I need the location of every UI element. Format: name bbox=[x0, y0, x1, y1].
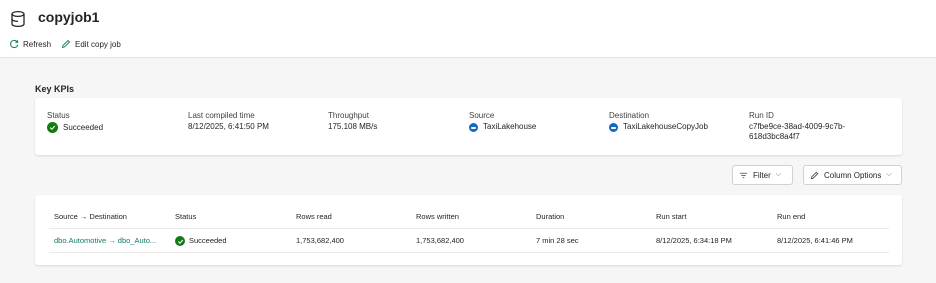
kpi-status: Status Succeeded bbox=[47, 111, 103, 133]
kpi-destination-label: Destination bbox=[609, 111, 650, 120]
row-divider bbox=[49, 252, 889, 253]
kpi-compiled-time-label: Last compiled time bbox=[188, 111, 255, 120]
page-title: copyjob1 bbox=[38, 9, 100, 25]
source-destination-link[interactable]: dbo.Automotive → dbo_Auto... bbox=[54, 236, 156, 246]
kpi-run-id-value: c7fbe9ce-38ad-4009-9c7b-618d3bc8a4f7 bbox=[749, 122, 846, 141]
kpi-compiled-time: Last compiled time 8/12/2025, 6:41:50 PM bbox=[188, 111, 269, 132]
kpi-source-label: Source bbox=[469, 111, 495, 120]
kpi-throughput-label: Throughput bbox=[328, 111, 369, 120]
kpi-source-value: TaxiLakehouse bbox=[483, 122, 537, 131]
lakehouse-icon bbox=[609, 122, 618, 132]
edit-copy-job-button[interactable]: Edit copy job bbox=[61, 39, 121, 49]
table-row-rows-written: 1,753,682,400 bbox=[416, 236, 464, 245]
lakehouse-icon bbox=[469, 122, 478, 132]
column-header-run-start[interactable]: Run start bbox=[656, 212, 686, 222]
toolbar: Refresh Edit copy job bbox=[9, 39, 131, 49]
kpi-status-value: Succeeded bbox=[63, 122, 104, 132]
column-header-run-end[interactable]: Run end bbox=[777, 212, 805, 222]
success-check-icon bbox=[175, 236, 185, 246]
column-header-status[interactable]: Status bbox=[175, 212, 196, 222]
kpi-status-label: Status bbox=[47, 111, 70, 120]
filter-label: Filter bbox=[753, 170, 771, 180]
refresh-button[interactable]: Refresh bbox=[9, 39, 51, 49]
kpi-throughput: Throughput 175.108 MB/s bbox=[328, 111, 377, 132]
table-row-source-destination[interactable]: dbo.Automotive → dbo_Auto... bbox=[54, 236, 156, 246]
kpi-run-id: Run ID c7fbe9ce-38ad-4009-9c7b-618d3bc8a… bbox=[749, 111, 869, 142]
chevron-down-icon: ⌵ bbox=[886, 171, 892, 178]
kpi-destination-value: TaxiLakehouseCopyJob bbox=[623, 122, 708, 131]
kpi-card: Status Succeeded Last compiled time 8/12… bbox=[35, 98, 902, 155]
table-row-run-end: 8/12/2025, 6:41:46 PM bbox=[777, 236, 853, 245]
table-row-status-text: Succeeded bbox=[189, 236, 227, 245]
header-divider bbox=[49, 228, 889, 229]
kpi-destination: Destination TaxiLakehouseCopyJob bbox=[609, 111, 708, 132]
table-row-run-start: 8/12/2025, 6:34:18 PM bbox=[656, 236, 732, 245]
column-header-source-destination[interactable]: Source → Destination bbox=[54, 212, 127, 222]
refresh-icon bbox=[10, 39, 19, 49]
column-options-label: Column Options bbox=[824, 170, 882, 180]
runs-table: Source → Destination Status Rows read Ro… bbox=[35, 195, 902, 265]
filter-button[interactable]: Filter ⌵ bbox=[732, 165, 793, 185]
table-row-duration: 7 min 28 sec bbox=[536, 236, 579, 245]
chevron-down-icon: ⌵ bbox=[775, 171, 782, 178]
pencil-icon bbox=[61, 39, 71, 49]
copy-job-icon bbox=[11, 10, 25, 28]
kpi-source: Source TaxiLakehouse bbox=[469, 111, 536, 132]
kpi-heading: Key KPIs bbox=[35, 84, 75, 94]
page-header: copyjob1 Refresh Edit copy job bbox=[0, 0, 936, 58]
table-row-rows-read: 1,753,682,400 bbox=[296, 236, 344, 245]
column-options-button[interactable]: Column Options ⌵ bbox=[803, 165, 902, 185]
success-check-icon bbox=[47, 122, 58, 133]
kpi-run-id-label: Run ID bbox=[749, 111, 774, 120]
column-header-rows-read[interactable]: Rows read bbox=[296, 212, 332, 222]
kpi-compiled-time-value: 8/12/2025, 6:41:50 PM bbox=[188, 122, 269, 131]
refresh-label: Refresh bbox=[23, 39, 52, 49]
edit-copy-job-label: Edit copy job bbox=[75, 39, 121, 49]
edit-columns-icon bbox=[810, 171, 819, 179]
column-header-duration[interactable]: Duration bbox=[536, 212, 564, 222]
kpi-throughput-value: 175.108 MB/s bbox=[328, 122, 378, 131]
column-header-rows-written[interactable]: Rows written bbox=[416, 212, 459, 222]
table-row-status: Succeeded bbox=[175, 236, 227, 246]
filter-icon bbox=[739, 172, 748, 178]
